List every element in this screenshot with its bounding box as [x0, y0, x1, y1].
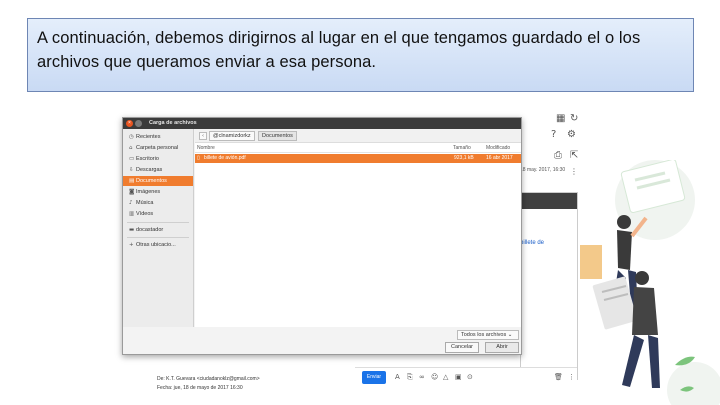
file-row[interactable]: ▯ billete de avión.pdf 923,1 kB 16 abr 2…	[195, 154, 521, 163]
column-modified[interactable]: Modificado	[486, 145, 510, 151]
chevron-down-icon: ⌄	[507, 332, 513, 338]
column-size[interactable]: Tamaño	[453, 145, 471, 151]
lock-icon[interactable]: ⊙	[467, 373, 473, 381]
compose-footer	[355, 367, 577, 389]
chevron-left-icon[interactable]: ‹	[199, 132, 207, 140]
path-bar: ‹ @clnamizdorkz Documentos	[195, 129, 521, 143]
compose-header	[521, 193, 577, 209]
grid-icon[interactable]: ▦	[556, 113, 565, 124]
sidebar-item-musica[interactable]: ♪ Música	[123, 198, 193, 208]
refresh-icon[interactable]: ↻	[570, 113, 578, 124]
file-size: 923,1 kB	[454, 155, 474, 161]
sidebar-item-label: Recientes	[136, 134, 161, 140]
sidebar-item-label: Vídeos	[136, 211, 154, 217]
plus-icon: +	[129, 242, 134, 248]
folder-icon: ▭	[129, 156, 135, 162]
print-icon[interactable]: ⎙	[554, 150, 562, 161]
document-icon: ▤	[129, 178, 135, 184]
sidebar-item-videos[interactable]: ▥ Vídeos	[123, 209, 193, 219]
file-dialog: × Carga de archivos ◷ Recientes ⌂ Carpeta …	[122, 117, 522, 355]
dialog-title: Carga de archivos	[149, 120, 197, 126]
file-type-filter[interactable]: Todos los archivos ⌄	[457, 330, 519, 340]
drive-icon: ▬	[129, 227, 135, 233]
photo-icon[interactable]: ▣	[455, 373, 462, 381]
more-icon[interactable]: ⋮	[570, 167, 578, 176]
caption-box: A continuación, debemos dirigirnos al lu…	[27, 18, 694, 92]
drive-icon[interactable]: △	[443, 373, 448, 381]
sidebar-item-label: Escritorio	[136, 156, 159, 162]
sidebar-item-label: Imágenes	[136, 189, 161, 195]
file-name: billete de avión.pdf	[204, 155, 246, 161]
sidebar-item-carpeta-personal[interactable]: ⌂ Carpeta personal	[123, 143, 193, 153]
sidebar-divider	[127, 237, 189, 238]
caption-line-2: archivos que queramos enviar a esa perso…	[37, 53, 377, 71]
sidebar-item-label: Carpeta personal	[136, 145, 179, 151]
film-icon: ▥	[129, 211, 135, 217]
open-button[interactable]: Abrir	[485, 342, 519, 353]
sidebar-item-label: Otras ubicacio...	[136, 242, 176, 248]
attachment-link[interactable]: billete de	[520, 240, 544, 246]
close-icon[interactable]: ×	[126, 120, 133, 127]
path-segment-home[interactable]: @clnamizdorkz	[209, 131, 255, 141]
sidebar-item-escritorio[interactable]: ▭ Escritorio	[123, 154, 193, 164]
people-illustration	[580, 160, 720, 405]
filter-label: Todos los archivos	[461, 332, 507, 338]
home-icon: ⌂	[129, 145, 133, 151]
email-from: De: K.T. Guevara <ciudadanoklz@gmail.com…	[157, 376, 260, 382]
places-sidebar: ◷ Recientes ⌂ Carpeta personal ▭ Escritorio…	[123, 129, 194, 327]
cancel-button[interactable]: Cancelar	[445, 342, 479, 353]
file-modified: 16 abr 2017	[486, 155, 513, 161]
file-browser: ‹ @clnamizdorkz Documentos Nombre Tamaño…	[195, 129, 521, 327]
emoji-icon[interactable]: ☺	[431, 373, 438, 381]
sidebar-item-docastador[interactable]: ▬ docastador	[123, 225, 193, 235]
column-name[interactable]: Nombre	[197, 145, 215, 151]
caption-line-1: A continuación, debemos dirigirnos al lu…	[37, 29, 641, 47]
sidebar-item-imagenes[interactable]: ◙ Imágenes	[123, 187, 193, 197]
sidebar-item-recientes[interactable]: ◷ Recientes	[123, 132, 193, 142]
link-icon[interactable]: ∞	[419, 373, 425, 381]
camera-icon: ◙	[129, 189, 135, 195]
sidebar-item-label: docastador	[136, 227, 164, 233]
slide: A continuación, debemos dirigirnos al lu…	[0, 0, 720, 405]
attach-icon[interactable]: ⎘	[407, 373, 413, 382]
help-icon[interactable]: ?	[551, 129, 556, 140]
sidebar-item-documentos[interactable]: ▤ Documentos	[123, 176, 193, 186]
column-headers: Nombre Tamaño Modificado	[195, 144, 521, 153]
pdf-icon: ▯	[197, 155, 200, 161]
email-date-line: Fecha: jue, 18 de mayo de 2017 16:30	[157, 385, 243, 391]
music-icon: ♪	[129, 200, 133, 206]
dialog-titlebar: × Carga de archivos	[123, 118, 521, 129]
format-icon[interactable]: A	[395, 373, 400, 381]
sidebar-item-descargas[interactable]: ⇩ Descargas	[123, 165, 193, 175]
gear-icon[interactable]: ⚙	[567, 129, 576, 140]
download-icon: ⇩	[129, 167, 134, 173]
clock-icon: ◷	[129, 134, 134, 140]
email-date: 18 may. 2017, 16:30	[520, 167, 566, 173]
trash-icon[interactable]: 🗑	[554, 373, 563, 381]
send-button[interactable]: Enviar	[362, 371, 386, 384]
options-icon[interactable]: ⋮	[568, 373, 575, 381]
sidebar-item-label: Descargas	[136, 167, 163, 173]
sidebar-item-otras-ubicaciones[interactable]: + Otras ubicacio...	[123, 240, 193, 250]
sidebar-divider	[127, 222, 189, 223]
path-segment-documentos[interactable]: Documentos	[258, 131, 297, 141]
external-icon[interactable]: ⇱	[570, 150, 578, 161]
sidebar-item-label: Documentos	[136, 178, 167, 184]
sidebar-item-label: Música	[136, 200, 154, 206]
minimize-icon[interactable]	[135, 120, 142, 127]
compose-panel	[520, 192, 578, 380]
